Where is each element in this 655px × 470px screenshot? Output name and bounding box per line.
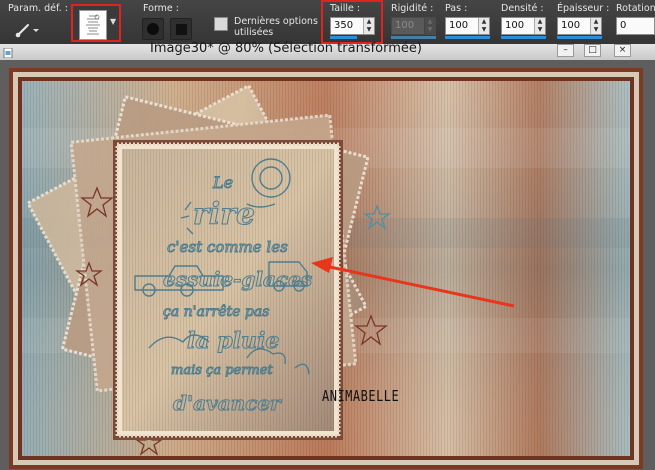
size-label: Taille : [330, 3, 361, 14]
density-input[interactable]: 100 ▲ ▼ [501, 17, 546, 35]
hardness-stepper[interactable]: ▲ ▼ [424, 18, 435, 34]
step-stepper[interactable]: ▲ ▼ [478, 18, 489, 34]
size-value: 350 [334, 20, 354, 31]
artwork-line-7: mais ça permet [171, 363, 273, 378]
maximize-icon[interactable]: □ [584, 44, 601, 57]
artwork-line-8: d'avancer [173, 391, 282, 415]
close-icon[interactable]: × [614, 44, 631, 57]
step-value: 100 [449, 20, 469, 31]
step-input[interactable]: 100 ▲ ▼ [445, 17, 490, 35]
density-label: Densité : [501, 3, 544, 14]
step-slider[interactable] [445, 36, 490, 39]
thickness-stepper[interactable]: ▲ ▼ [590, 18, 601, 34]
size-stepper[interactable]: ▲ ▼ [363, 18, 374, 34]
size-slider[interactable] [330, 36, 357, 39]
step-label: Pas : [445, 3, 468, 14]
artwork-line-2: rire [193, 197, 255, 232]
artwork-line-3: c'est comme les [167, 238, 288, 256]
brush-icon[interactable] [14, 20, 40, 38]
hardness-value: 100 [395, 20, 415, 31]
square-shape-button[interactable] [170, 18, 192, 40]
density-value: 100 [505, 20, 525, 31]
thickness-slider[interactable] [557, 36, 602, 39]
document-title: Image30* @ 80% (Sélection transformée) [150, 41, 422, 56]
image-canvas[interactable]: Le rire c'est comme les essuie-glaces ça… [9, 68, 643, 469]
size-input[interactable]: 350 ▲ ▼ [330, 17, 375, 35]
round-shape-button[interactable] [142, 18, 164, 40]
hardness-label: Rigidité : [391, 3, 434, 14]
thickness-label: Épaisseur : [557, 3, 610, 14]
document-titlebar[interactable]: Image30* @ 80% (Sélection transformée) –… [0, 41, 655, 60]
document-window: Image30* @ 80% (Sélection transformée) –… [0, 41, 655, 470]
thickness-input[interactable]: 100 ▲ ▼ [557, 17, 602, 35]
round-shape-icon [147, 23, 159, 35]
preset-label: Param. déf. : [8, 3, 68, 14]
density-stepper[interactable]: ▲ ▼ [534, 18, 545, 34]
artwork-line-6: la pluie [187, 328, 279, 354]
preset-selector[interactable]: ▼ [71, 4, 121, 42]
minimize-icon[interactable]: – [557, 44, 574, 57]
watermark-text: ANIMABELLE [322, 387, 400, 405]
last-options-checkbox[interactable] [214, 17, 228, 31]
square-shape-icon [176, 24, 187, 35]
rotation-input[interactable]: 0 [616, 17, 655, 35]
shape-label: Forme : [143, 3, 179, 14]
tool-options-bar: Param. déf. : ▼ Forme : Dernières option… [0, 0, 655, 45]
document-icon [3, 48, 13, 58]
density-slider[interactable] [501, 36, 546, 39]
rotation-value: 0 [620, 20, 627, 31]
dropdown-arrow-icon[interactable]: ▼ [110, 18, 118, 26]
rotation-label: Rotation [616, 3, 655, 14]
hardness-input[interactable]: 100 ▲ ▼ [391, 17, 436, 35]
artwork-line-5: ça n'arrête pas [163, 304, 269, 320]
artwork-line-4: essuie-glaces [163, 267, 312, 291]
preset-thumbnail-icon [79, 10, 107, 40]
thickness-value: 100 [561, 20, 581, 31]
hardness-slider[interactable] [391, 36, 436, 39]
artwork-line-1: Le [212, 173, 233, 192]
